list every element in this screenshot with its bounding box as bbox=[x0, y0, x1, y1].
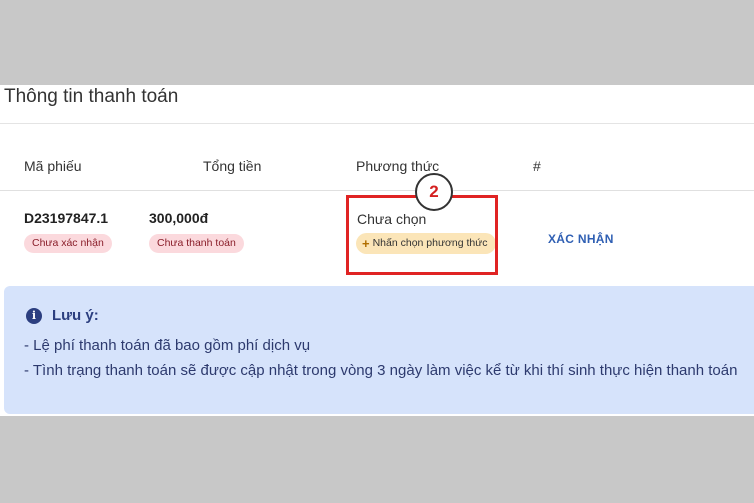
header-method: Phương thức bbox=[356, 158, 440, 174]
header-action: # bbox=[533, 158, 541, 174]
note-title: Lưu ý: bbox=[52, 307, 99, 324]
ticket-code: D23197847.1 bbox=[24, 210, 109, 226]
status-badge-unpaid: Chưa thanh toán bbox=[149, 234, 244, 253]
total-amount: 300,000đ bbox=[149, 210, 209, 226]
divider bbox=[0, 123, 754, 124]
note-line: - Lệ phí thanh toán đã bao gồm phí dịch … bbox=[24, 337, 311, 354]
confirm-button[interactable]: XÁC NHẬN bbox=[548, 232, 614, 246]
note-line: - Tình trạng thanh toán sẽ được cập nhật… bbox=[24, 362, 738, 379]
header-total: Tổng tiền bbox=[203, 158, 262, 174]
note-box: i Lưu ý: - Lệ phí thanh toán đã bao gồm … bbox=[4, 286, 754, 414]
step-number-badge: 2 bbox=[415, 173, 453, 211]
header-divider bbox=[0, 190, 754, 191]
info-circle-icon: i bbox=[26, 307, 42, 324]
note-header: i Lưu ý: bbox=[26, 307, 99, 324]
page-title: Thông tin thanh toán bbox=[4, 86, 179, 107]
header-ticket-code: Mã phiếu bbox=[24, 158, 82, 174]
status-badge-unconfirmed: Chưa xác nhận bbox=[24, 234, 112, 253]
